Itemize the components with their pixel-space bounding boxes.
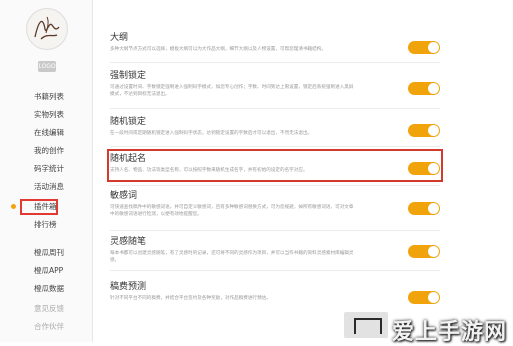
sidebar-item-feedback[interactable]: 意见反馈 [0, 301, 92, 317]
highlight-box [107, 149, 443, 182]
setting-force-lock: 强制锁定 可通过设置时间、字数锁定强制进入强制码字模式，如您专心创作；字数、时间… [110, 70, 440, 98]
sidebar-item-label: 橙瓜数据 [34, 284, 64, 293]
sidebar-item-label: 在线编辑 [34, 128, 64, 137]
toggle-knob [428, 203, 439, 214]
setting-outline: 大纲 多种大纲节点方式可以选择，模板大纲可以为大作品大纲，细节大纲以及人物设置，… [110, 32, 440, 53]
sidebar-item-app[interactable]: 橙瓜APP [0, 263, 92, 279]
divider [110, 108, 440, 109]
sidebar-item-ranking[interactable]: 排行榜 [0, 217, 92, 233]
setting-title: 强制锁定 [110, 71, 147, 81]
sidebar-item-label: 意见反馈 [34, 304, 64, 313]
divider [110, 230, 440, 231]
inspiration-notes-toggle[interactable] [408, 245, 440, 258]
setting-inspiration-notes: 灵感随笔 每本书都可以创建灵感随笔，有了灵感时的记录，还可将不同的灵感作为项目，… [110, 236, 440, 264]
sidebar-item-label: 排行榜 [34, 220, 57, 229]
sidebar-item-label: 活动消息 [34, 182, 64, 191]
setting-title: 大纲 [110, 33, 129, 43]
sidebar-item-word-stats[interactable]: 码字统计 [0, 161, 92, 177]
sidebar-item-label: 我的创作 [34, 146, 64, 155]
sidebar-item-label: 橙瓜APP [34, 266, 64, 275]
setting-title: 稿费预测 [110, 282, 147, 292]
divider [110, 146, 440, 147]
setting-description: 可快速查找稿件中的敏感词语，并可自定义敏感词，且有多种敏感词替换方式，可为您规避… [110, 205, 354, 217]
sensitive-words-toggle[interactable] [408, 202, 440, 215]
watermark-logo [344, 312, 388, 338]
random-lock-toggle[interactable] [408, 124, 440, 137]
setting-description: 针对不同平台不同的稿费，并结合平台签约及各种奖励，对作品稿费进行预估。 [110, 296, 271, 301]
setting-royalty-forecast: 稿费预测 针对不同平台不同的稿费，并结合平台签约及各种奖励，对作品稿费进行预估。 [110, 281, 440, 302]
divider [110, 185, 440, 186]
setting-description: 每本书都可以创建灵感随笔，有了灵感时的记录，还可将不同的灵感作为项目，并可以当作… [110, 251, 354, 263]
brand-logo: LOGO [38, 61, 56, 72]
toggle-knob [428, 125, 439, 136]
sidebar-item-my-creation[interactable]: 我的创作 [0, 143, 92, 159]
sidebar-item-weekly[interactable]: 橙瓜周刊 [0, 245, 92, 261]
setting-title: 敏感词 [110, 191, 138, 201]
toggle-knob [428, 292, 439, 303]
setting-title: 随机锁定 [110, 117, 147, 127]
royalty-forecast-toggle[interactable] [408, 291, 440, 304]
avatar-signature-icon [34, 16, 60, 40]
setting-random-lock: 随机锁定 在一段时间或定期随机锁定进入强制码字状态，达到锁定设置的字数后才可以退… [110, 116, 440, 137]
force-lock-toggle[interactable] [408, 82, 440, 95]
toggle-knob [428, 42, 439, 53]
outline-toggle[interactable] [408, 41, 440, 54]
sidebar-item-label: 合作伙伴 [34, 322, 64, 331]
sidebar-item-book-list[interactable]: 书籍列表 [0, 89, 92, 105]
sidebar-item-label: 橙瓜周刊 [34, 248, 64, 257]
sidebar-item-label: 码字统计 [34, 164, 64, 173]
toggle-knob [428, 246, 439, 257]
divider [110, 62, 440, 63]
sidebar-item-label: 实物列表 [34, 110, 64, 119]
sidebar-item-physical-list[interactable]: 实物列表 [0, 107, 92, 123]
watermark-text: 爱上手游网 [392, 320, 508, 345]
sidebar-item-label: 书籍列表 [34, 92, 64, 101]
avatar[interactable] [26, 8, 68, 50]
sidebar-item-partners[interactable]: 合作伙伴 [0, 319, 92, 335]
setting-sensitive-words: 敏感词 可快速查找稿件中的敏感词语，并可自定义敏感词，且有多种敏感词替换方式，可… [110, 190, 440, 218]
sidebar-item-data[interactable]: 橙瓜数据 [0, 281, 92, 297]
divider [110, 270, 440, 271]
setting-title: 灵感随笔 [110, 237, 147, 247]
setting-description: 多种大纲节点方式可以选择，模板大纲可以为大作品大纲，细节大纲以及人物设置，可帮您… [110, 47, 326, 52]
setting-description: 可通过设置时间、字数锁定强制进入强制码字模式，如您专心创作；字数、时间到达上限设… [110, 85, 354, 97]
sidebar: LOGO 书籍列表 实物列表 在线编辑 我的创作 码字统计 活动消息 插件箱 排… [0, 0, 93, 342]
active-item-outline [20, 199, 58, 215]
sidebar-item-online-edit[interactable]: 在线编辑 [0, 125, 92, 141]
setting-description: 在一段时间或定期随机锁定进入强制码字状态，达到锁定设置的字数后才可以退出，不然无… [110, 131, 313, 136]
active-dot-icon [11, 204, 16, 209]
sidebar-item-activity[interactable]: 活动消息 [0, 179, 92, 195]
toggle-knob [428, 83, 439, 94]
